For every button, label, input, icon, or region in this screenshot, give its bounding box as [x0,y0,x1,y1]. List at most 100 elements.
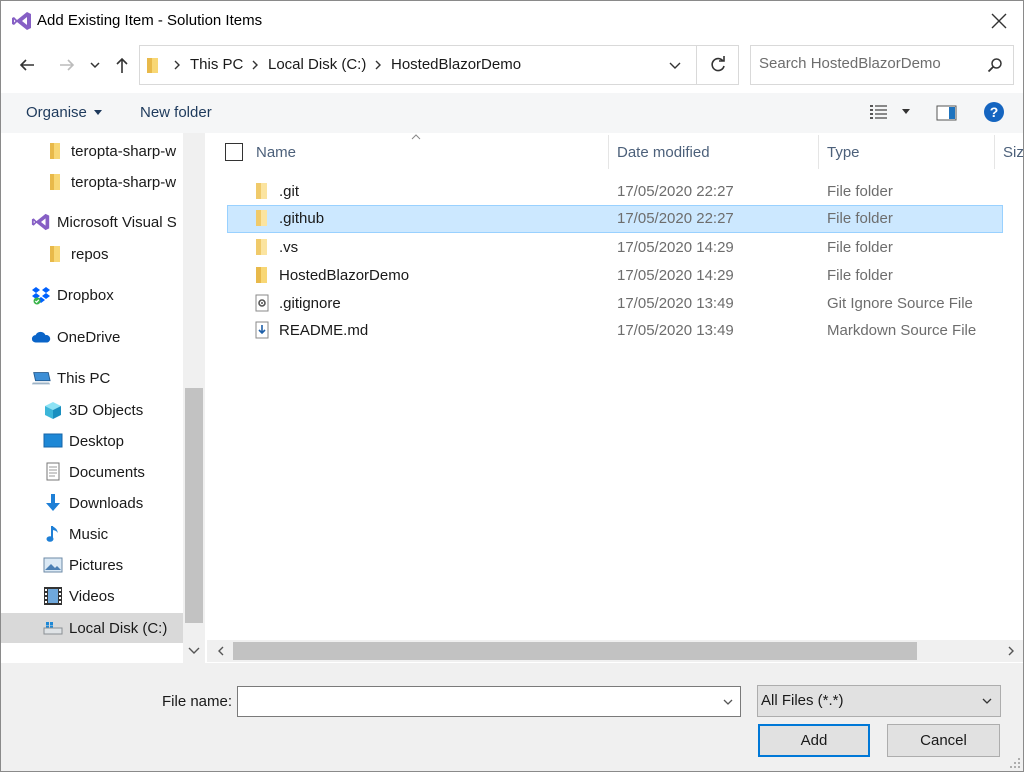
settings-file-icon [255,294,269,312]
nav-item-label: This PC [57,369,111,387]
file-row-git[interactable]: .git 17/05/2020 22:27 File folder [227,178,1003,206]
file-row-hostedblazordemo[interactable]: HostedBlazorDemo 17/05/2020 14:29 File f… [227,262,1003,290]
dialog-footer: File name: All Files (*.*) Add Cancel [1,663,1023,771]
nav-item-videos[interactable]: Videos [1,581,183,611]
nav-item-label: Downloads [69,494,144,512]
folder-icon [45,141,65,161]
column-header-date-modified[interactable]: Date modified [617,133,710,171]
nav-item-3d-objects[interactable]: 3D Objects [1,395,183,425]
nav-item-local-disk[interactable]: Local Disk (C:) [1,613,183,643]
download-icon [43,493,63,513]
nav-item-label: Documents [69,463,145,481]
chevron-down-icon[interactable] [668,58,682,72]
breadcrumb-local-disk[interactable]: Local Disk (C:) [268,56,366,73]
column-header-size[interactable]: Size [1003,133,1023,171]
chevron-left-icon[interactable] [215,645,227,657]
column-divider[interactable] [994,135,995,169]
arrow-up-icon [116,57,128,73]
file-name-combobox[interactable] [237,686,741,717]
search-box[interactable] [750,45,1014,85]
nav-item-downloads[interactable]: Downloads [1,488,183,518]
chevron-right-icon[interactable] [1005,645,1017,657]
file-name-label: File name: [162,693,233,710]
title-bar: Add Existing Item - Solution Items [1,1,1023,41]
chevron-down-icon[interactable] [722,697,734,707]
file-row-readme[interactable]: README.md 17/05/2020 13:49 Markdown Sour… [227,317,1003,345]
help-icon[interactable]: ? [983,101,1005,123]
chevron-down-icon[interactable] [187,643,201,657]
address-bar[interactable]: This PC Local Disk (C:) HostedBlazorDemo [139,45,739,85]
column-divider[interactable] [608,135,609,169]
file-row-gitignore[interactable]: .gitignore 17/05/2020 13:49 Git Ignore S… [227,290,1003,318]
file-type: File folder [827,239,893,256]
nav-pane-scrollbar[interactable] [183,133,205,663]
nav-item-label: Pictures [69,556,124,574]
file-list-horizontal-scrollbar[interactable] [207,640,1023,662]
file-type-filter-select[interactable]: All Files (*.*) [757,685,1001,717]
organise-label: Organise [26,104,87,121]
computer-icon [31,368,51,388]
nav-item-label: Desktop [69,432,125,450]
view-details-icon[interactable] [869,103,889,121]
chevron-down-icon [982,698,992,704]
column-header-name[interactable]: Name [256,133,296,171]
nav-item-teropta-2[interactable]: teropta-sharp-w [1,167,183,197]
caret-down-icon[interactable] [902,109,910,115]
nav-item-repos[interactable]: repos [1,239,183,269]
cancel-button[interactable]: Cancel [887,724,1000,757]
arrow-right-icon [60,59,75,71]
nav-item-label: repos [71,245,109,263]
file-date: 17/05/2020 13:49 [617,295,734,312]
svg-text:?: ? [990,104,999,120]
nav-item-documents[interactable]: Documents [1,457,183,487]
organise-menu[interactable]: Organise [26,104,103,121]
nav-item-microsoft-visual-studio[interactable]: Microsoft Visual S [1,207,183,237]
breadcrumb-hostedblazordemo[interactable]: HostedBlazorDemo [391,56,521,73]
file-name: .git [279,183,300,200]
up-button[interactable] [110,53,134,77]
nav-item-this-pc[interactable]: This PC [1,363,183,393]
recent-locations-button[interactable] [85,53,105,77]
search-input[interactable] [759,55,979,72]
close-icon[interactable] [987,9,1011,33]
nav-item-music[interactable]: Music [1,519,183,549]
column-divider[interactable] [818,135,819,169]
file-row-vs[interactable]: .vs 17/05/2020 14:29 File folder [227,234,1003,262]
folder-icon [256,183,267,199]
chevron-down-icon [90,62,100,69]
file-type-filter-value: All Files (*.*) [761,692,844,709]
resize-grip-icon[interactable] [1009,757,1021,769]
scrollbar-thumb[interactable] [185,388,203,623]
chevron-right-icon [375,60,381,70]
refresh-icon[interactable] [708,55,728,75]
nav-item-label: Music [69,525,109,543]
nav-item-label: Videos [69,587,115,605]
select-all-checkbox[interactable] [225,143,243,161]
new-folder-button[interactable]: New folder [140,104,212,121]
nav-item-onedrive[interactable]: OneDrive [1,322,183,352]
forward-button[interactable] [55,53,79,77]
music-icon [43,524,63,544]
nav-item-teropta-1[interactable]: teropta-sharp-w [1,136,183,166]
nav-item-label: OneDrive [57,328,121,346]
back-button[interactable] [15,53,39,77]
column-header-type[interactable]: Type [827,133,860,171]
scrollbar-thumb[interactable] [233,642,917,660]
folder-icon [45,244,65,264]
markdown-file-icon [255,321,269,339]
nav-item-pictures[interactable]: Pictures [1,550,183,580]
file-type: File folder [827,210,893,227]
add-button[interactable]: Add [758,724,870,757]
file-name-input[interactable] [244,692,704,709]
search-icon[interactable] [987,57,1003,73]
file-type: File folder [827,267,893,284]
preview-pane-icon[interactable] [936,104,958,122]
nav-item-dropbox[interactable]: Dropbox [1,280,183,310]
folder-icon [256,210,267,226]
command-toolbar: Organise New folder ? [1,93,1023,133]
file-name: .gitignore [279,295,341,312]
file-row-github[interactable]: .github 17/05/2020 22:27 File folder [227,205,1003,233]
nav-item-desktop[interactable]: Desktop [1,426,183,456]
file-date: 17/05/2020 14:29 [617,267,734,284]
breadcrumb-this-pc[interactable]: This PC [190,56,243,73]
